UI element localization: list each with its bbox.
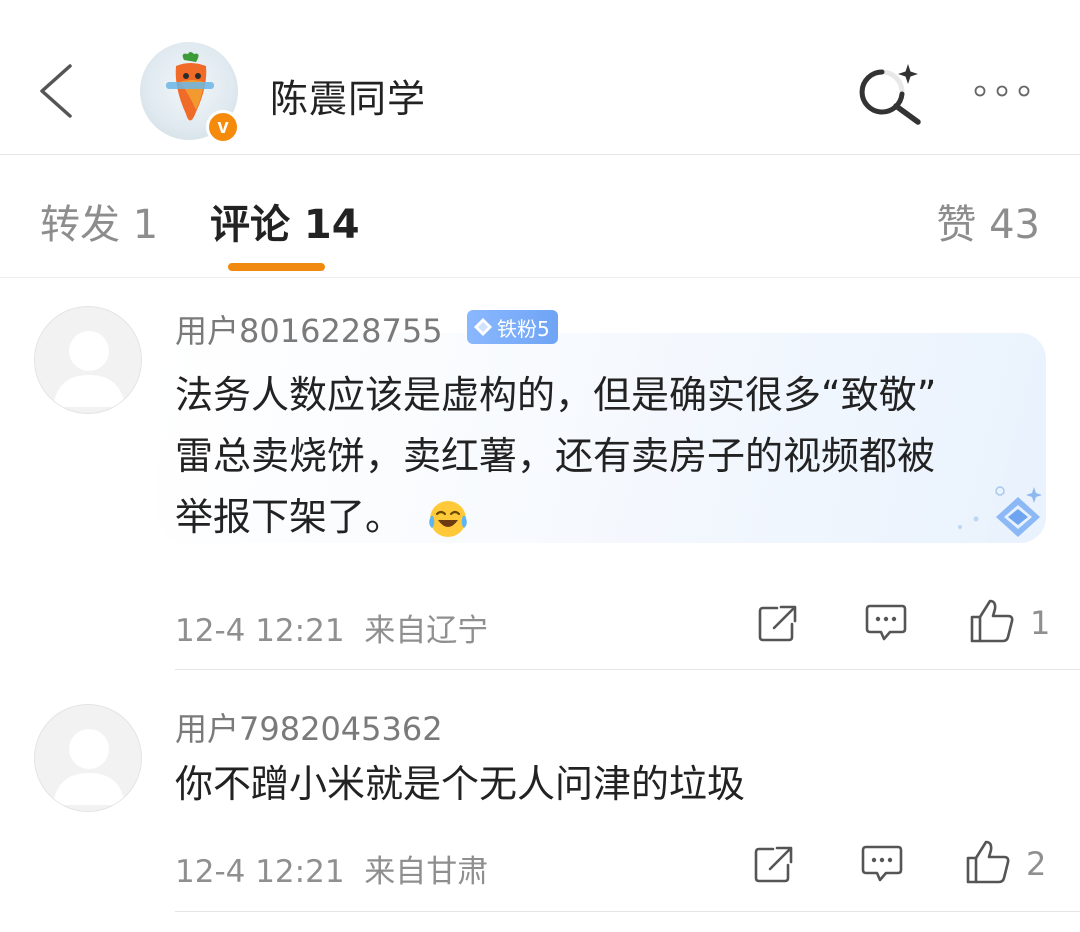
verified-badge: v: [206, 110, 240, 144]
share-icon[interactable]: [757, 603, 799, 643]
search-sparkle-icon: [859, 64, 921, 125]
comment-text-line: 你不蹭小米就是个无人问津的垃圾: [175, 762, 746, 806]
default-user-icon: [53, 331, 125, 407]
comment-time: 12-4 12:21: [175, 854, 345, 890]
share-icon[interactable]: [753, 844, 795, 884]
comment-location: 来自甘肃: [364, 854, 489, 890]
comment-username[interactable]: 用户8016228755: [175, 306, 443, 352]
reply-icon[interactable]: [860, 844, 904, 884]
tab-comment[interactable]: 评论 14: [210, 192, 360, 250]
default-user-icon: [53, 729, 125, 805]
comment-item: 用户8016228755 铁粉5 法务人数应该是虚构的，但是确实很多“致敬” 雷…: [0, 278, 1080, 670]
comment-time: 12-4 12:21: [175, 613, 345, 649]
fan-level-badge: 铁粉5: [467, 310, 558, 344]
header-divider: [0, 154, 1080, 155]
diamond-icon: [474, 318, 492, 336]
comment-meta: 12-4 12:21 来自辽宁: [175, 605, 488, 650]
reply-icon[interactable]: [864, 603, 908, 643]
comment-text-line: 举报下架了。: [175, 495, 404, 539]
comment-text-line: 雷总卖烧饼，卖红薯，还有卖房子的视频都被: [175, 434, 936, 478]
active-tab-indicator: [228, 263, 325, 271]
tab-forward[interactable]: 转发 1: [40, 192, 158, 250]
back-button[interactable]: [30, 58, 90, 124]
more-button[interactable]: [966, 76, 1038, 106]
weibo-comments-page: v 陈震同学 转发 1 评论 14 赞 43 用户8016228755 铁粉5 …: [0, 0, 1080, 932]
tab-like[interactable]: 赞 43: [936, 192, 1040, 250]
comment-divider: [175, 911, 1080, 912]
fan-badge-label: 铁粉5: [497, 316, 550, 341]
comment-item: 用户7982045362 你不蹭小米就是个无人问津的垃圾 12-4 12:21 …: [0, 670, 1080, 932]
comment-meta: 12-4 12:21 来自甘肃: [175, 846, 488, 891]
avatar[interactable]: [34, 704, 142, 812]
diamond-decoration-icon: [958, 486, 1042, 537]
thumbs-up-icon[interactable]: [964, 838, 1012, 886]
search-button[interactable]: [846, 58, 928, 128]
chevron-left-icon: [40, 64, 72, 118]
page-title: 陈震同学: [270, 77, 427, 121]
like-count: 1: [1030, 604, 1051, 642]
comment-location: 来自辽宁: [364, 613, 489, 649]
more-dots-icon: [974, 85, 1030, 97]
comment-username[interactable]: 用户7982045362: [175, 704, 443, 750]
avatar[interactable]: [34, 306, 142, 414]
thumbs-up-icon[interactable]: [968, 597, 1016, 645]
comment-text-line: 法务人数应该是虚构的，但是确实很多“致敬”: [175, 373, 937, 417]
laughing-tears-emoji: [429, 501, 467, 537]
like-count: 2: [1026, 845, 1047, 883]
top-bar: v 陈震同学: [0, 0, 1080, 154]
